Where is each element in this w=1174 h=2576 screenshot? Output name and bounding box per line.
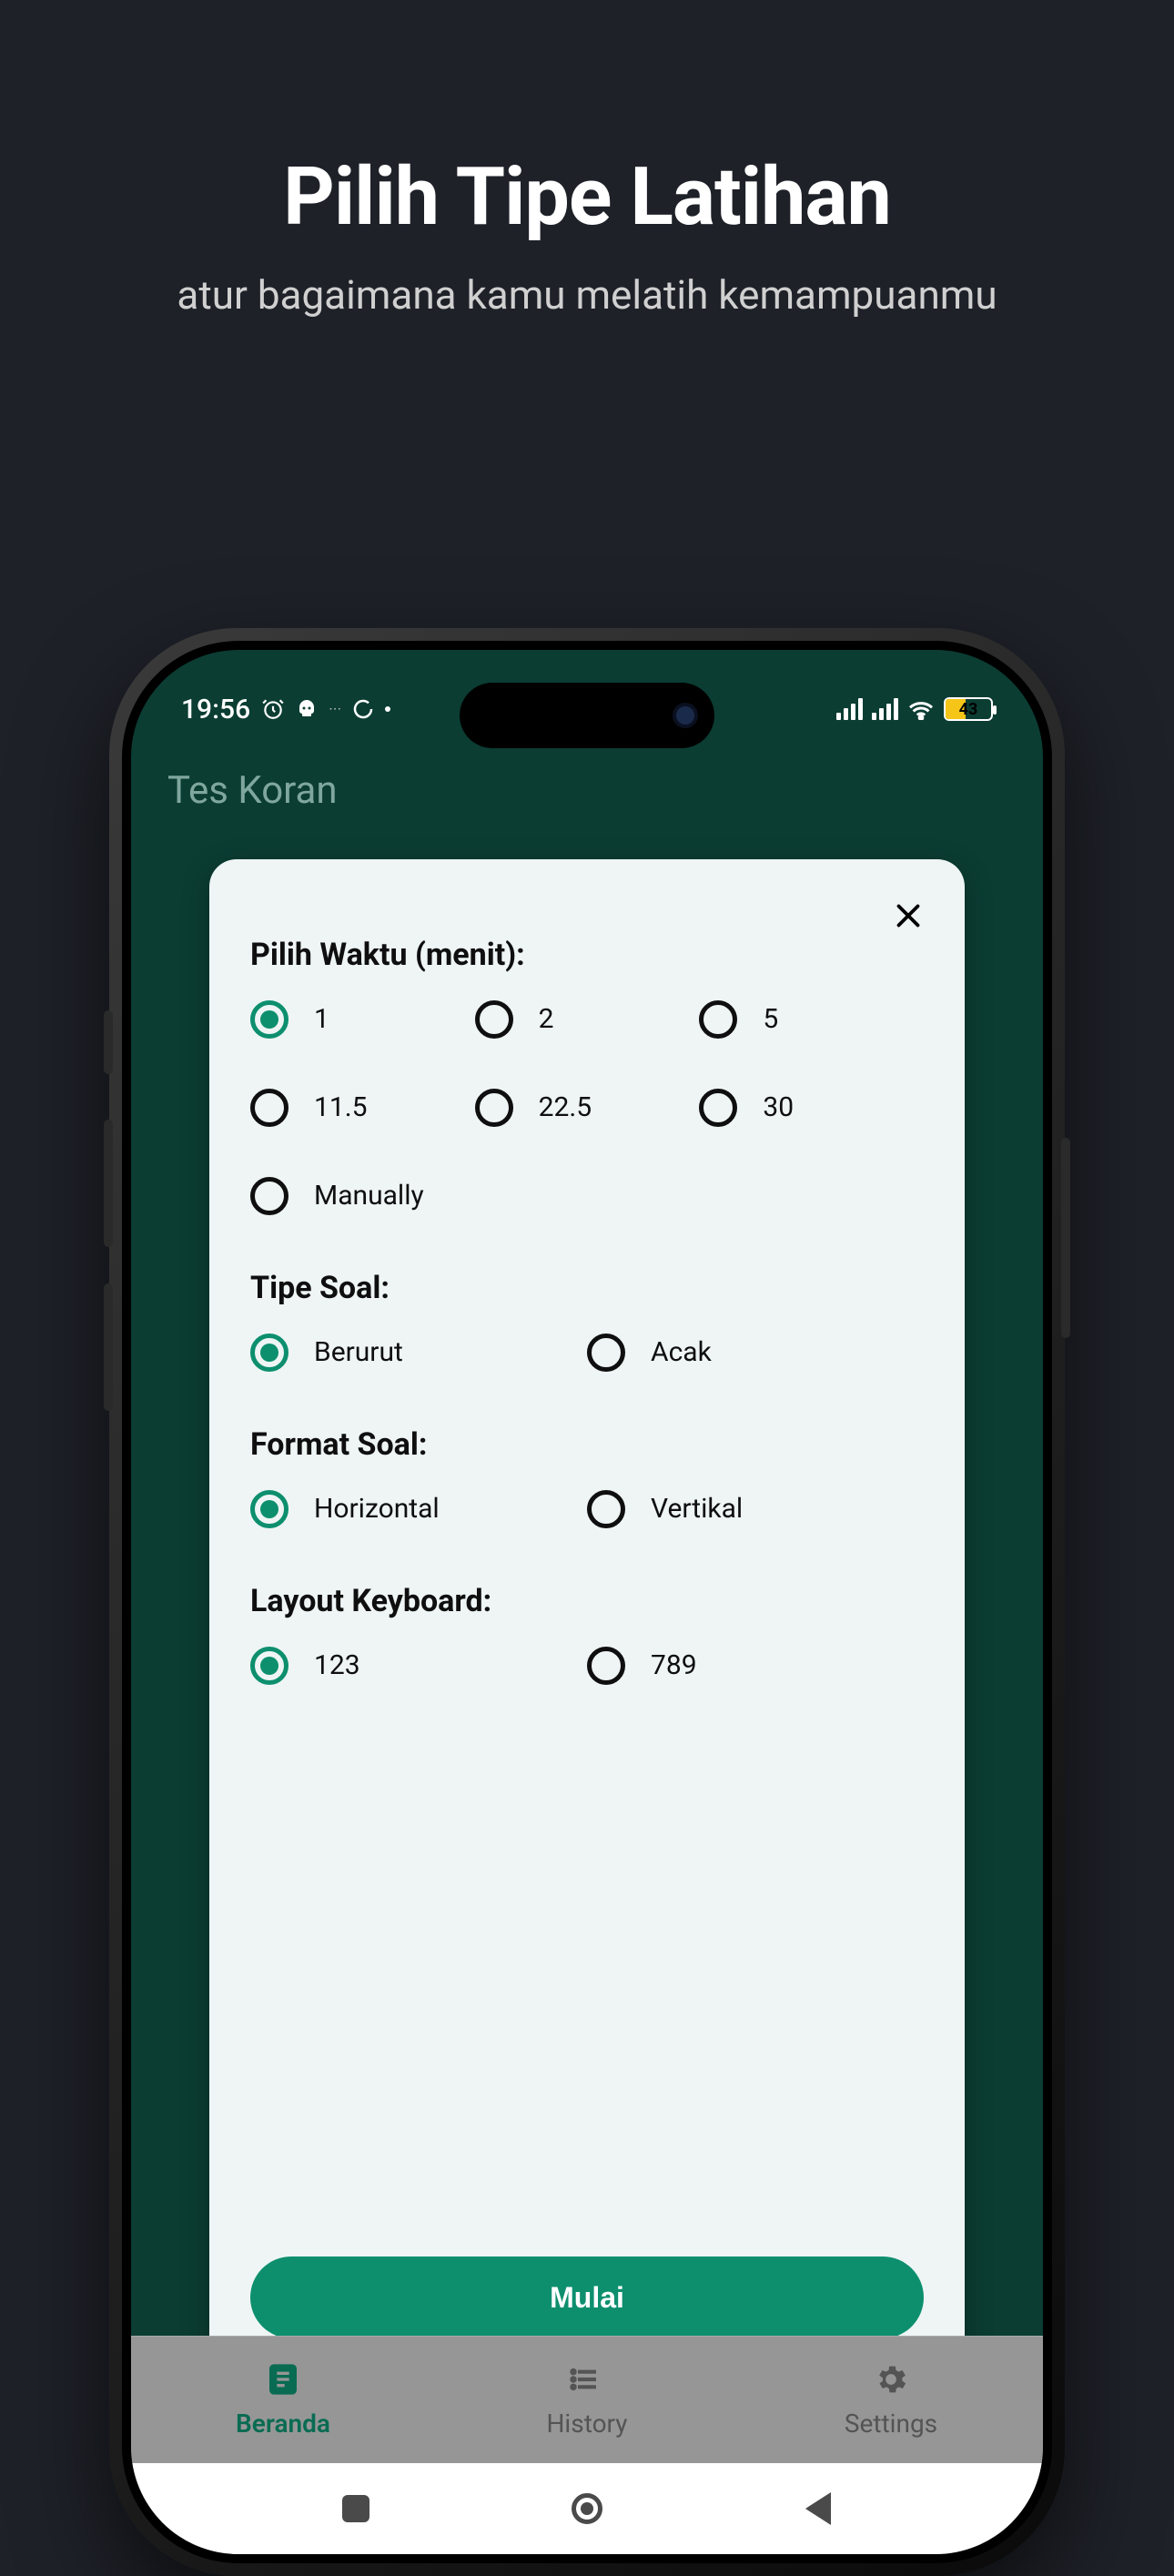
battery-percent: 43 — [946, 700, 991, 719]
section-title-format: Format Soal: — [250, 1426, 924, 1463]
tab-label: Beranda — [236, 2409, 330, 2439]
phone-side-button — [1061, 1138, 1070, 1338]
app-title: Tes Koran — [167, 768, 338, 813]
radio-option-tipe-berurut[interactable]: Berurut — [250, 1334, 587, 1372]
nav-home-button[interactable] — [567, 2489, 607, 2529]
phone-side-button — [104, 1120, 113, 1247]
tab-settings[interactable]: Settings — [739, 2337, 1043, 2463]
radio-option-waktu-manually[interactable]: Manually — [250, 1177, 475, 1215]
radio-label: Berurut — [314, 1337, 403, 1369]
skull-icon — [296, 698, 318, 720]
tab-history[interactable]: History — [435, 2337, 739, 2463]
status-time: 19:56 — [181, 694, 250, 725]
radio-icon — [250, 1000, 288, 1039]
radio-label: 11.5 — [314, 1092, 368, 1124]
radio-icon — [699, 1000, 737, 1039]
radio-label: 2 — [539, 1004, 554, 1036]
radio-option-waktu-5[interactable]: 5 — [699, 1000, 924, 1039]
radio-icon — [250, 1490, 288, 1528]
phone-frame: 19:56 ⋯ — [109, 628, 1065, 2576]
radio-icon — [250, 1089, 288, 1127]
radio-label: 5 — [763, 1004, 778, 1036]
list-icon — [265, 2361, 301, 2401]
radio-option-waktu-11-5[interactable]: 11.5 — [250, 1089, 475, 1127]
tab-beranda[interactable]: Beranda — [131, 2337, 435, 2463]
status-dot — [385, 706, 390, 712]
bottom-tabs: Beranda History Settings — [131, 2336, 1043, 2463]
front-camera — [673, 703, 698, 728]
gear-icon — [873, 2361, 909, 2401]
radio-label: 30 — [763, 1092, 794, 1124]
radio-icon — [587, 1647, 625, 1685]
radio-label: 22.5 — [539, 1092, 592, 1124]
radio-icon — [475, 1089, 513, 1127]
android-nav-bar — [131, 2463, 1043, 2554]
nav-recent-button[interactable] — [336, 2489, 376, 2529]
tab-label: Settings — [845, 2409, 937, 2439]
radio-option-tipe-acak[interactable]: Acak — [587, 1334, 924, 1372]
radio-option-waktu-2[interactable]: 2 — [475, 1000, 700, 1039]
radio-option-keyboard-789[interactable]: 789 — [587, 1647, 924, 1685]
section-title-waktu: Pilih Waktu (menit): — [250, 937, 924, 973]
promo-title: Pilih Tipe Latihan — [0, 150, 1174, 244]
radio-label: 1 — [314, 1004, 329, 1036]
start-button[interactable]: Mulai — [250, 2257, 924, 2338]
battery-icon: 43 — [944, 697, 993, 721]
radio-icon — [250, 1647, 288, 1685]
radio-label: Horizontal — [314, 1494, 440, 1526]
radio-option-waktu-22-5[interactable]: 22.5 — [475, 1089, 700, 1127]
close-button[interactable] — [888, 896, 928, 936]
history-icon — [569, 2361, 605, 2401]
radio-label: Vertikal — [651, 1494, 743, 1526]
dynamic-island — [460, 683, 714, 748]
radio-icon — [475, 1000, 513, 1039]
phone-side-button — [104, 1283, 113, 1411]
radio-option-keyboard-123[interactable]: 123 — [250, 1647, 587, 1685]
signal-icon — [836, 698, 863, 720]
section-title-tipe: Tipe Soal: — [250, 1270, 924, 1306]
radio-option-waktu-1[interactable]: 1 — [250, 1000, 475, 1039]
alarm-icon — [261, 697, 285, 721]
sync-icon — [352, 698, 374, 720]
radio-option-format-vertikal[interactable]: Vertikal — [587, 1490, 924, 1528]
radio-icon — [587, 1490, 625, 1528]
radio-label: 123 — [314, 1650, 360, 1682]
radio-label: Manually — [314, 1181, 424, 1212]
nav-back-button[interactable] — [798, 2489, 838, 2529]
screen: 19:56 ⋯ — [131, 650, 1043, 2554]
radio-option-format-horizontal[interactable]: Horizontal — [250, 1490, 587, 1528]
settings-modal: Pilih Waktu (menit): 1 2 5 — [209, 859, 965, 2379]
phone-side-button — [104, 1010, 113, 1074]
radio-option-waktu-30[interactable]: 30 — [699, 1089, 924, 1127]
radio-label: Acak — [651, 1337, 712, 1369]
radio-icon — [250, 1177, 288, 1215]
tab-label: History — [546, 2409, 627, 2439]
radio-label: 789 — [651, 1650, 697, 1682]
promo-subtitle: atur bagaimana kamu melatih kemampuanmu — [0, 271, 1174, 319]
radio-icon — [250, 1334, 288, 1372]
hotspot-icon: ⋯ — [329, 702, 341, 716]
radio-icon — [587, 1334, 625, 1372]
radio-icon — [699, 1089, 737, 1127]
signal-icon — [872, 698, 898, 720]
wifi-icon — [907, 698, 935, 720]
section-title-keyboard: Layout Keyboard: — [250, 1583, 924, 1619]
